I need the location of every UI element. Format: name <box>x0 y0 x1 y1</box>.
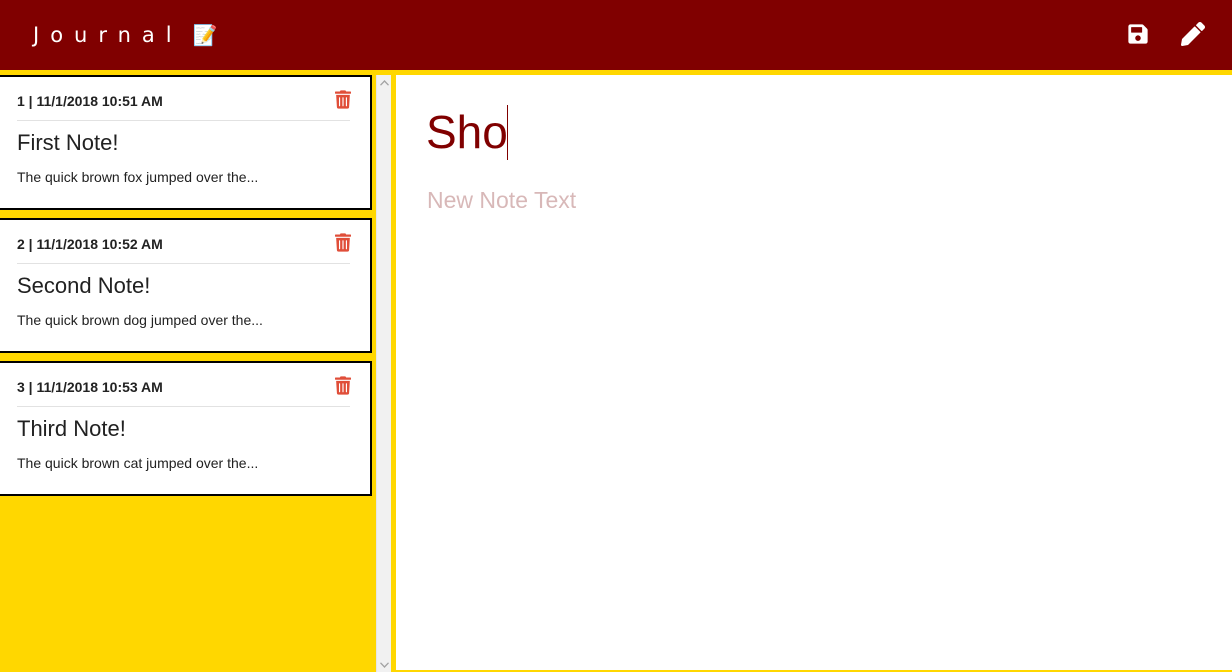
note-editor <box>396 75 1232 670</box>
brand: Journal 📝 <box>33 21 218 49</box>
trash-icon <box>335 375 351 395</box>
list-item[interactable]: 2 | 11/1/2018 10:52 AM Second Note! The … <box>0 218 372 353</box>
note-title: Third Note! <box>17 416 126 441</box>
note-text-input[interactable] <box>427 187 1187 627</box>
chevron-down-icon <box>380 661 389 668</box>
save-button[interactable] <box>1125 20 1151 48</box>
list-item[interactable]: 3 | 11/1/2018 10:53 AM Third Note! The q… <box>0 361 372 496</box>
text-caret <box>507 105 508 160</box>
notes-sidebar: 1 | 11/1/2018 10:51 AM First Note! The q… <box>0 70 376 672</box>
pencil-icon <box>1181 22 1205 46</box>
note-list: 1 | 11/1/2018 10:51 AM First Note! The q… <box>0 70 376 496</box>
note-meta: 1 | 11/1/2018 10:51 AM <box>17 93 163 109</box>
divider <box>17 263 350 264</box>
note-snippet: The quick brown dog jumped over the... <box>17 312 263 328</box>
brand-title: Journal <box>33 23 183 47</box>
note-snippet: The quick brown fox jumped over the... <box>17 169 259 185</box>
scroll-up-arrow[interactable] <box>377 75 392 90</box>
note-meta: 2 | 11/1/2018 10:52 AM <box>17 236 163 252</box>
note-title: Second Note! <box>17 273 151 298</box>
scroll-down-arrow[interactable] <box>377 657 392 672</box>
list-item[interactable]: 1 | 11/1/2018 10:51 AM First Note! The q… <box>0 75 372 210</box>
note-title-input[interactable] <box>426 101 1186 163</box>
memo-icon: 📝 <box>192 23 218 47</box>
chevron-up-icon <box>380 79 389 86</box>
trash-icon <box>335 89 351 109</box>
delete-note-button[interactable] <box>333 232 353 252</box>
note-meta: 3 | 11/1/2018 10:53 AM <box>17 379 163 395</box>
floppy-disk-icon <box>1128 24 1148 44</box>
sidebar-scrollbar[interactable] <box>376 75 391 672</box>
delete-note-button[interactable] <box>333 89 353 109</box>
edit-button[interactable] <box>1180 20 1206 48</box>
delete-note-button[interactable] <box>333 375 353 395</box>
navbar: Journal 📝 <box>0 0 1232 70</box>
note-title: First Note! <box>17 130 119 155</box>
trash-icon <box>335 232 351 252</box>
divider <box>17 120 350 121</box>
divider <box>17 406 350 407</box>
note-snippet: The quick brown cat jumped over the... <box>17 455 259 471</box>
